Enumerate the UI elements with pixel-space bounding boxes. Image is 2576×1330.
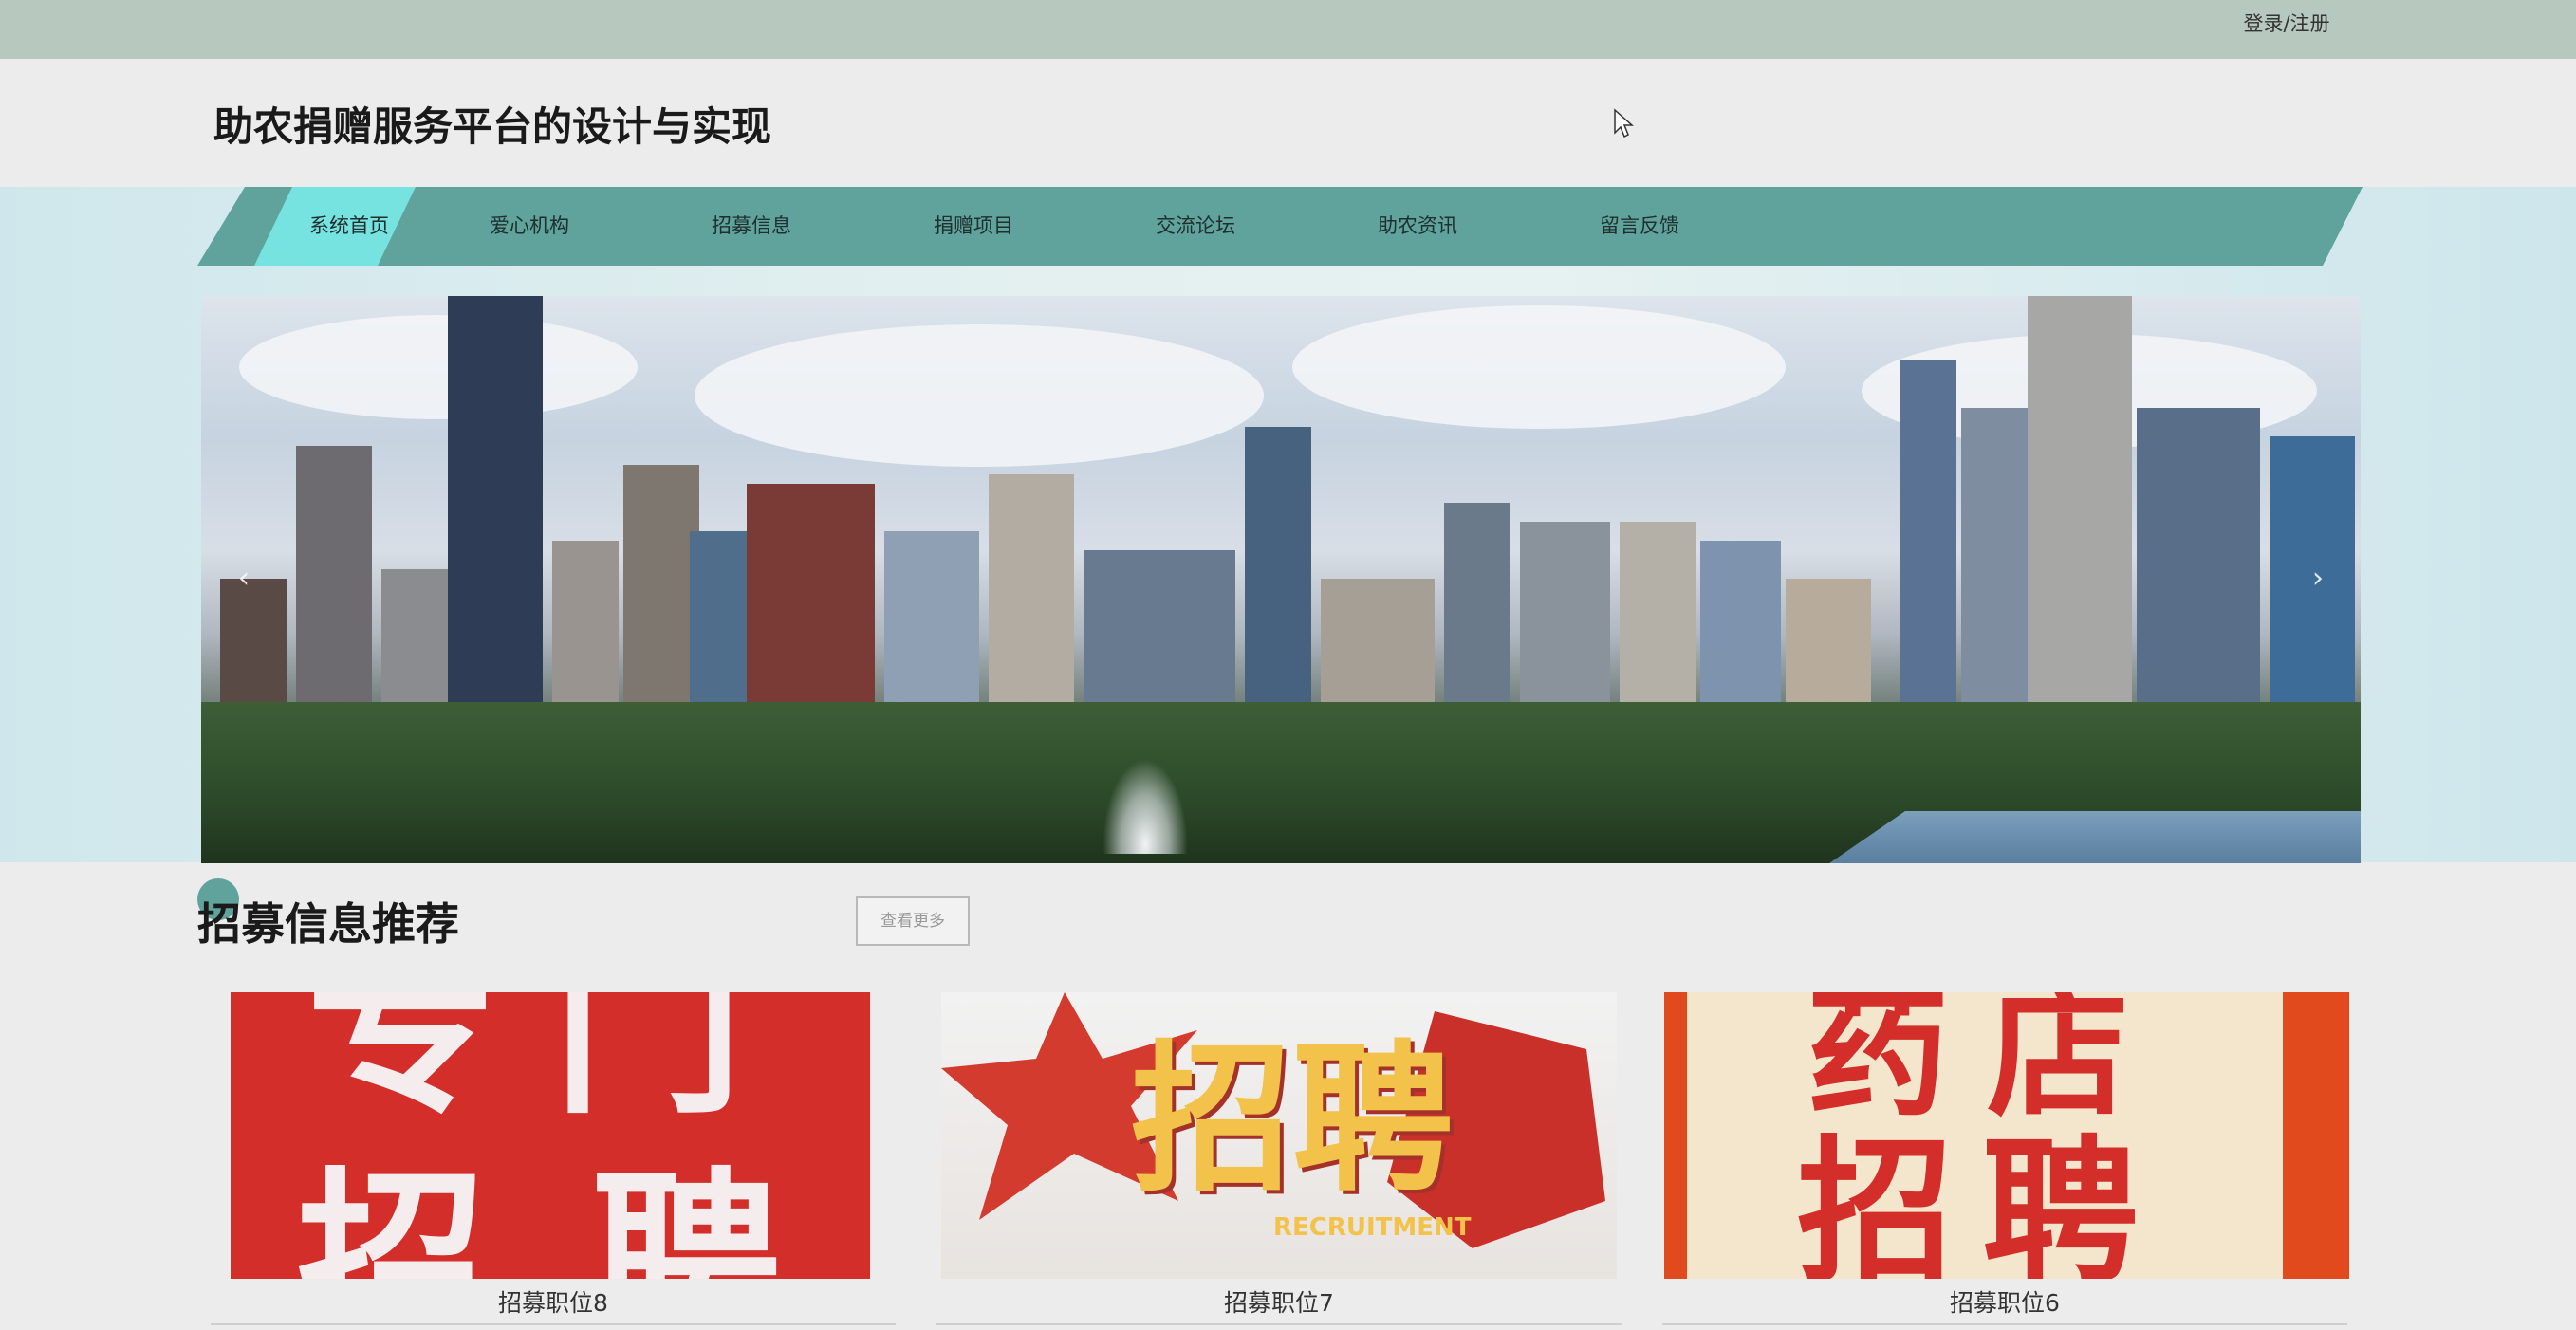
recruit-card-image[interactable]: 招聘 RECRUITMENT (941, 992, 1617, 1279)
card-divider (211, 1323, 896, 1325)
recruit-card-label[interactable]: 招募职位8 (211, 1284, 896, 1322)
login-register-link[interactable]: 登录/注册 (2220, 9, 2353, 38)
banner-cloud (695, 324, 1264, 467)
building (623, 465, 699, 721)
banner-carousel[interactable]: ‹ › (201, 296, 2361, 863)
building (296, 446, 372, 721)
section-title: 招募信息推荐 (197, 898, 459, 950)
building (1700, 541, 1781, 721)
poster-text: RECRUITMENT (1273, 1213, 1472, 1242)
building (2137, 408, 2260, 721)
poster-border (1664, 992, 1687, 1279)
building (448, 296, 543, 721)
banner-water (1829, 811, 2361, 863)
nav-item-feedback[interactable]: 留言反馈 (1545, 187, 1734, 266)
nav-item-label: 系统首页 (309, 214, 389, 237)
banner-cloud (239, 315, 638, 419)
building (884, 531, 979, 721)
card-divider (1662, 1323, 2347, 1325)
building (2028, 296, 2132, 721)
poster-text: 招聘 (297, 1152, 870, 1280)
carousel-next-icon[interactable]: › (2304, 560, 2332, 598)
building (552, 541, 619, 721)
building (1620, 522, 1696, 721)
banner-cloud (1292, 305, 1786, 429)
building (1321, 579, 1435, 721)
nav-item-recruitment[interactable]: 招募信息 (657, 187, 846, 266)
building (1961, 408, 2032, 721)
poster-text: 专门 (306, 992, 801, 1140)
building (1084, 550, 1235, 721)
recruit-card-label[interactable]: 招募职位7 (936, 1284, 1622, 1322)
site-title: 助农捐赠服务平台的设计与实现 (213, 103, 772, 150)
carousel-prev-icon[interactable]: ‹ (230, 560, 258, 598)
nav-item-donation-projects[interactable]: 捐赠项目 (879, 187, 1068, 266)
poster-text: 招聘 (1131, 1026, 1455, 1214)
poster-border (2283, 992, 2349, 1279)
nav-item-news[interactable]: 助农资讯 (1323, 187, 1512, 266)
view-more-button[interactable]: 查看更多 (856, 896, 970, 946)
poster-text: 药店 (1807, 992, 2168, 1136)
building (1245, 427, 1311, 721)
building (220, 579, 287, 721)
building (1520, 522, 1610, 721)
building (1786, 579, 1871, 721)
poster-text: 招聘 (1797, 1121, 2167, 1280)
card-divider (936, 1323, 1622, 1325)
nav-item-charity-orgs[interactable]: 爱心机构 (435, 187, 624, 266)
top-bar: 登录/注册 (0, 0, 2576, 59)
building (1900, 360, 1956, 721)
recruit-card-image[interactable]: 专门 招聘 (231, 992, 870, 1279)
banner-fountain (1103, 759, 1188, 854)
recruit-card-label[interactable]: 招募职位6 (1662, 1284, 2347, 1322)
building (1444, 503, 1510, 721)
nav-item-forum[interactable]: 交流论坛 (1101, 187, 1290, 266)
building (989, 474, 1074, 721)
main-nav: 系统首页 爱心机构 招募信息 捐赠项目 交流论坛 助农资讯 留言反馈 (197, 187, 2363, 266)
building (690, 531, 747, 721)
building (747, 484, 875, 721)
cursor-icon (1614, 108, 1634, 139)
site-header: 助农捐赠服务平台的设计与实现 (0, 59, 2576, 187)
recruit-card-image[interactable]: 药店 招聘 (1664, 992, 2349, 1279)
